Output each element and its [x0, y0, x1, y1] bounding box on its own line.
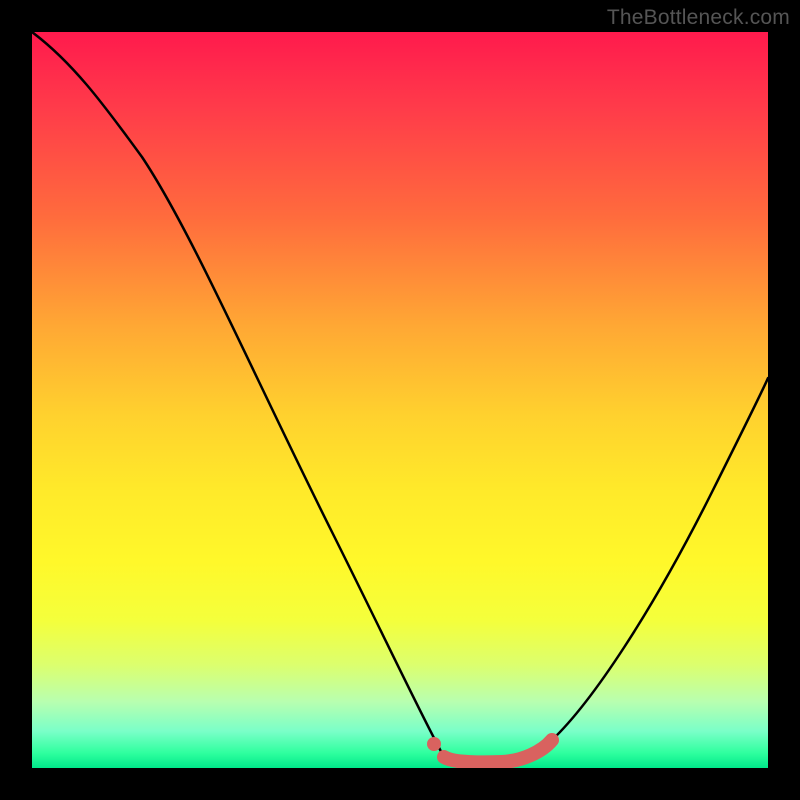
chart-plot-area: [32, 32, 768, 768]
chart-frame: TheBottleneck.com: [0, 0, 800, 800]
highlight-dot-icon: [427, 737, 441, 751]
chart-svg: [32, 32, 768, 768]
highlight-segment: [444, 740, 552, 762]
watermark-text: TheBottleneck.com: [607, 6, 790, 30]
main-curve: [32, 32, 768, 762]
